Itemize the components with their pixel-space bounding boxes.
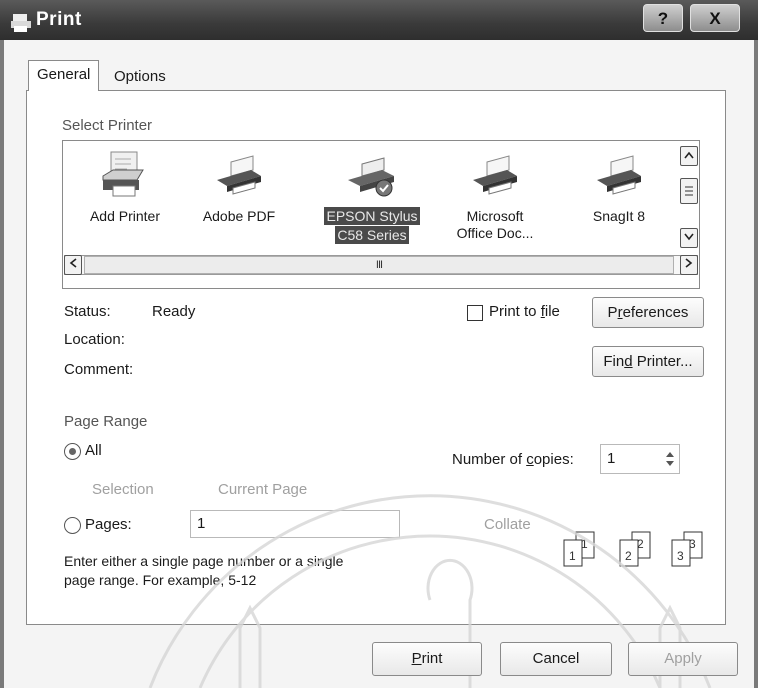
print-button[interactable]: Print	[372, 642, 482, 676]
pages-input[interactable]: 1	[190, 510, 400, 538]
copies-spinner-icon[interactable]	[664, 450, 676, 468]
adobe-pdf-printer-icon	[217, 155, 261, 195]
svg-text:1: 1	[581, 537, 588, 551]
vertical-scroll-thumb[interactable]	[680, 178, 698, 204]
grip-icon	[685, 186, 693, 196]
pages-radio[interactable]	[64, 517, 81, 534]
print-to-file-label[interactable]: Print to file	[489, 303, 560, 320]
all-radio[interactable]	[64, 443, 81, 460]
pages-label[interactable]: Pages:	[85, 516, 132, 533]
printer-name-microsoft-1: Microsoft	[466, 208, 524, 224]
pages-help-line-2: page range. For example, 5-12	[64, 572, 257, 588]
printer-name-epson-1: EPSON Stylus	[324, 207, 420, 225]
svg-text:3: 3	[689, 537, 696, 551]
pages-help-line-1: Enter either a single page number or a s…	[64, 553, 344, 569]
chevron-up-icon	[684, 151, 694, 159]
window-title: Print	[36, 9, 82, 30]
selection-radio-label[interactable]: Selection	[92, 481, 154, 498]
printer-name-adobe: Adobe PDF	[202, 208, 276, 224]
collate-page-set-2-icon: 2 2	[619, 531, 651, 567]
close-button[interactable]: X	[690, 4, 740, 32]
page-range-label: Page Range	[64, 413, 148, 430]
collate-page-set-3-icon: 3 3	[671, 531, 703, 567]
collate-label[interactable]: Collate	[484, 516, 531, 533]
office-printer-icon	[473, 155, 517, 195]
printer-name-microsoft-2: Office Doc...	[456, 225, 534, 241]
collate-page-set-1-icon: 1 1	[563, 531, 595, 567]
scroll-left-button[interactable]	[64, 255, 82, 275]
svg-text:1: 1	[569, 549, 576, 563]
chevron-down-icon	[684, 233, 694, 241]
printer-item-add-printer[interactable]: Add Printer	[70, 150, 180, 225]
current-page-radio-label[interactable]: Current Page	[218, 481, 307, 498]
printer-item-epson[interactable]: EPSON Stylus C58 Series	[316, 150, 428, 244]
add-printer-icon	[102, 151, 144, 197]
help-button[interactable]: ?	[643, 4, 683, 32]
status-label: Status:	[64, 303, 111, 320]
printer-window-icon	[11, 14, 31, 32]
horizontal-scroll-thumb[interactable]: III	[84, 256, 674, 274]
printer-item-snagit[interactable]: SnagIt 8	[564, 150, 674, 225]
print-to-file-checkbox[interactable]	[467, 305, 483, 321]
printer-name-add: Add Printer	[89, 208, 161, 224]
comment-label: Comment:	[64, 361, 134, 378]
number-of-copies-label: Number of copies:	[452, 451, 574, 468]
right-border	[754, 40, 758, 688]
scroll-right-button[interactable]	[680, 255, 698, 275]
default-printer-icon	[348, 157, 394, 197]
left-border	[0, 40, 4, 688]
cancel-button[interactable]: Cancel	[500, 642, 612, 676]
svg-text:2: 2	[625, 549, 632, 563]
chevron-left-icon	[69, 258, 77, 268]
chevron-right-icon	[685, 258, 693, 268]
preferences-button[interactable]: Preferences	[592, 297, 704, 328]
find-printer-button[interactable]: Find Printer...	[592, 346, 704, 377]
printer-item-adobe-pdf[interactable]: Adobe PDF	[184, 150, 294, 225]
svg-text:3: 3	[677, 549, 684, 563]
scroll-up-button[interactable]	[680, 146, 698, 166]
scroll-down-button[interactable]	[680, 228, 698, 248]
printer-name-snagit: SnagIt 8	[592, 208, 646, 224]
location-label: Location:	[64, 331, 125, 348]
printer-item-microsoft-office[interactable]: Microsoft Office Doc...	[440, 150, 550, 242]
status-value: Ready	[152, 303, 196, 320]
printer-name-epson-2: C58 Series	[335, 226, 409, 244]
all-label[interactable]: All	[85, 442, 102, 459]
tab-options[interactable]: Options	[106, 64, 174, 90]
tab-general[interactable]: General	[28, 60, 100, 91]
snagit-printer-icon	[597, 155, 641, 195]
svg-text:2: 2	[637, 537, 644, 551]
apply-button[interactable]: Apply	[628, 642, 738, 676]
select-printer-label: Select Printer	[62, 117, 153, 134]
close-icon: X	[709, 9, 721, 28]
